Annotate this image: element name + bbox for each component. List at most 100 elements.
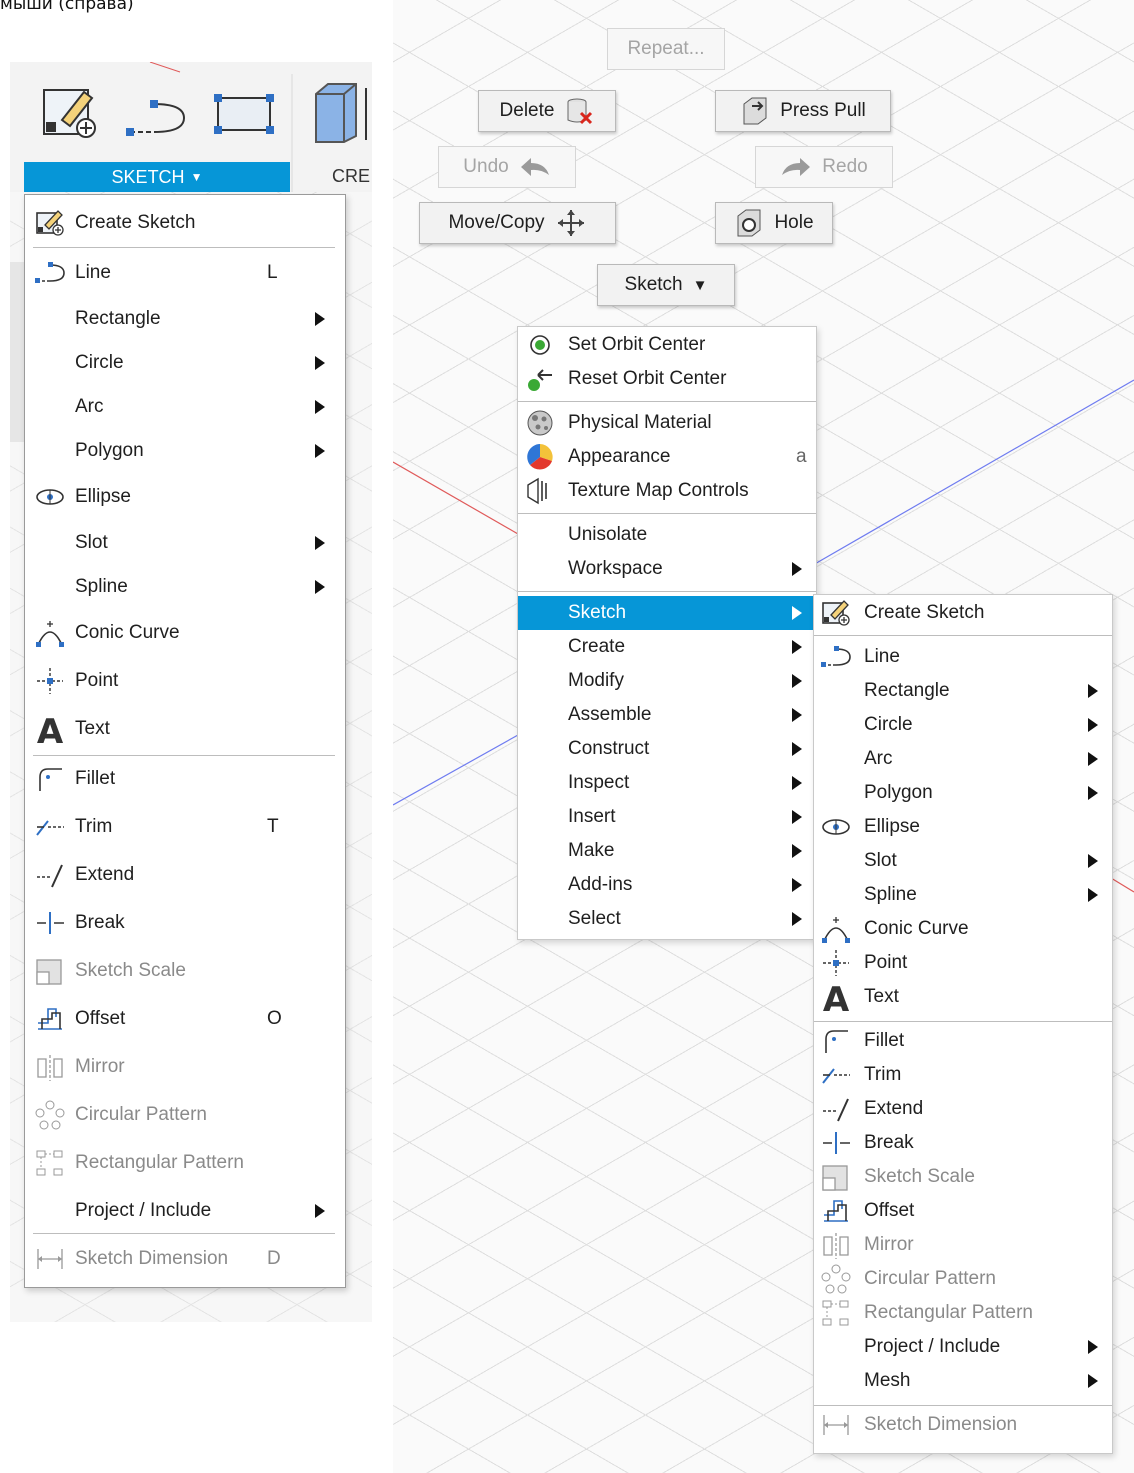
submenu-item-spline[interactable]: Spline [814,878,1112,912]
menu-item-line[interactable]: Line L [25,253,345,293]
submenu-arrow-icon [792,810,802,824]
line-icon [820,641,852,673]
context-item-texture-map-controls[interactable]: Texture Map Controls [518,474,816,508]
submenu-item-rectangular-pattern[interactable]: Rectangular Pattern [814,1296,1112,1330]
undo-label: Undo [463,156,509,177]
menu-item-point[interactable]: Point [25,661,345,701]
sketch-marking-button[interactable]: Sketch ▼ [597,264,735,306]
menu-item-project-include[interactable]: Project / Include [25,1191,345,1231]
line-toolbar-icon[interactable] [124,96,192,140]
submenu-item-sketch-scale[interactable]: Sketch Scale [814,1160,1112,1194]
context-item-add-ins[interactable]: Add-ins [518,868,816,902]
press-pull-button[interactable]: Press Pull [715,90,891,132]
extrude-toolbar-icon[interactable] [310,80,372,144]
context-item-label: Modify [568,670,624,691]
menu-item-text[interactable]: A Text [25,709,345,749]
menu-item-fillet[interactable]: Fillet [25,759,345,799]
submenu-item-label: Sketch Scale [864,1166,975,1187]
menu-item-label: Slot [75,532,108,553]
delete-button[interactable]: Delete [478,90,616,132]
move-copy-button[interactable]: Move/Copy [419,202,616,244]
context-item-insert[interactable]: Insert [518,800,816,834]
repeat-button[interactable]: Repeat... [607,28,725,70]
menu-item-offset[interactable]: Offset O [25,999,345,1039]
submenu-item-slot[interactable]: Slot [814,844,1112,878]
submenu-item-conic-curve[interactable]: Conic Curve [814,912,1112,946]
context-item-sketch[interactable]: Sketch [518,596,816,630]
submenu-item-trim[interactable]: Trim [814,1058,1112,1092]
context-item-modify[interactable]: Modify [518,664,816,698]
menu-item-circular-pattern[interactable]: Circular Pattern [25,1095,345,1135]
submenu-item-sketch-dimension[interactable]: Sketch Dimension [814,1408,1112,1442]
submenu-item-label: Rectangular Pattern [864,1302,1033,1323]
context-item-appearance[interactable]: Appearance a [518,440,816,474]
menu-item-label: Fillet [75,768,116,789]
menu-item-mirror[interactable]: Mirror [25,1047,345,1087]
submenu-item-label: Conic Curve [864,918,969,939]
submenu-item-mirror[interactable]: Mirror [814,1228,1112,1262]
context-item-reset-orbit-center[interactable]: Reset Orbit Center [518,362,816,396]
menu-item-circle[interactable]: Circle [25,343,345,383]
submenu-item-offset[interactable]: Offset [814,1194,1112,1228]
menu-item-conic-curve[interactable]: Conic Curve [25,613,345,653]
submenu-item-circle[interactable]: Circle [814,708,1112,742]
trim-icon [34,811,66,843]
context-item-create[interactable]: Create [518,630,816,664]
redo-button[interactable]: Redo [755,146,893,188]
hole-button[interactable]: Hole [715,202,833,244]
context-item-workspace[interactable]: Workspace [518,552,816,586]
create-sketch-toolbar-icon[interactable] [40,82,102,144]
menu-item-sketch-scale[interactable]: Sketch Scale [25,951,345,991]
submenu-item-point[interactable]: Point [814,946,1112,980]
menu-item-rectangular-pattern[interactable]: Rectangular Pattern [25,1143,345,1183]
submenu-item-label: Circle [864,714,913,735]
context-item-construct[interactable]: Construct [518,732,816,766]
menu-item-polygon[interactable]: Polygon [25,431,345,471]
submenu-item-text[interactable]: A Text [814,980,1112,1015]
shortcut-key: L [267,262,278,283]
submenu-item-circular-pattern[interactable]: Circular Pattern [814,1262,1112,1296]
context-item-inspect[interactable]: Inspect [518,766,816,800]
menu-item-ellipse[interactable]: Ellipse [25,477,345,517]
submenu-item-project-include[interactable]: Project / Include [814,1330,1112,1364]
submenu-arrow-icon [792,640,802,654]
menu-item-trim[interactable]: Trim T [25,807,345,847]
submenu-arrow-icon [315,400,325,414]
rectangle-toolbar-icon[interactable] [212,92,276,136]
menu-item-spline[interactable]: Spline [25,567,345,607]
menu-item-slot[interactable]: Slot [25,523,345,563]
submenu-arrow-icon [1088,1340,1098,1354]
menu-item-label: Project / Include [75,1200,212,1221]
context-item-set-orbit-center[interactable]: Set Orbit Center [518,328,816,362]
submenu-item-arc[interactable]: Arc [814,742,1112,776]
submenu-item-ellipse[interactable]: Ellipse [814,810,1112,844]
submenu-arrow-icon [1088,854,1098,868]
submenu-item-fillet[interactable]: Fillet [814,1024,1112,1058]
context-item-physical-material[interactable]: Physical Material [518,406,816,440]
menu-item-sketch-dimension[interactable]: Sketch Dimension D [25,1239,345,1279]
menu-item-create-sketch[interactable]: Create Sketch [25,203,345,243]
undo-button[interactable]: Undo [438,146,576,188]
rectangular-pattern-icon [820,1297,852,1329]
menu-item-break[interactable]: Break [25,903,345,943]
context-item-unisolate[interactable]: Unisolate [518,518,816,552]
menu-item-extend[interactable]: Extend [25,855,345,895]
submenu-item-label: Arc [864,748,893,769]
submenu-item-create-sketch[interactable]: Create Sketch [814,596,1112,630]
submenu-item-break[interactable]: Break [814,1126,1112,1160]
shortcut-key: O [267,1008,282,1029]
sketch-tab[interactable]: SKETCH ▼ [24,162,290,192]
menu-separator [814,635,1112,636]
context-item-make[interactable]: Make [518,834,816,868]
submenu-item-rectangle[interactable]: Rectangle [814,674,1112,708]
submenu-item-line[interactable]: Line [814,640,1112,674]
context-item-select[interactable]: Select [518,902,816,936]
submenu-item-extend[interactable]: Extend [814,1092,1112,1126]
create-tab[interactable]: CRE [332,166,370,187]
submenu-item-polygon[interactable]: Polygon [814,776,1112,810]
submenu-item-mesh[interactable]: Mesh [814,1364,1112,1398]
menu-item-arc[interactable]: Arc [25,387,345,427]
context-item-assemble[interactable]: Assemble [518,698,816,732]
conic-curve-icon [34,617,66,649]
menu-item-rectangle[interactable]: Rectangle [25,299,345,339]
